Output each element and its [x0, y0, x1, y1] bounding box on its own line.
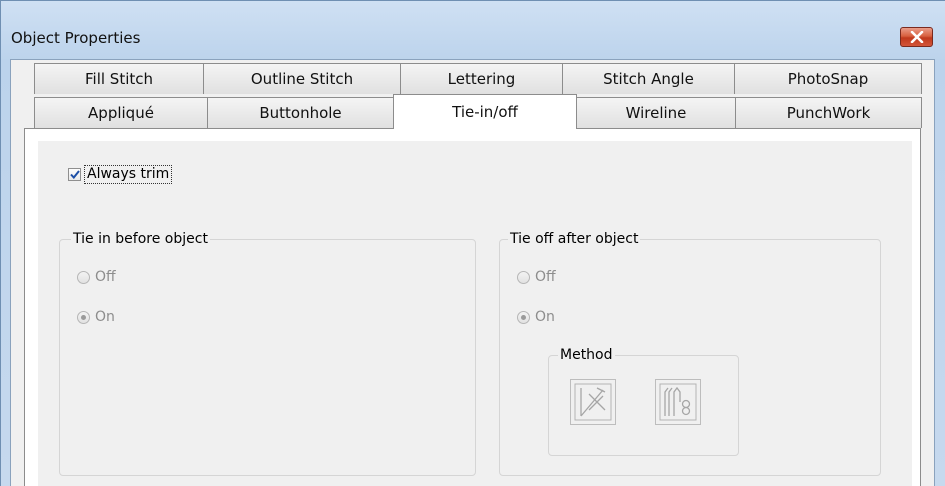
tie-in-legend: Tie in before object — [71, 230, 210, 248]
tie-in-group: Tie in before object — [59, 230, 476, 476]
always-trim-label: Always trim — [84, 165, 173, 184]
always-trim-checkbox-row[interactable]: Always trim — [68, 165, 173, 184]
close-icon — [910, 31, 923, 43]
window-title: Object Properties — [11, 29, 141, 47]
tie-in-off-radio[interactable]: Off — [77, 269, 116, 285]
tie-in-on-radio[interactable]: On — [77, 309, 115, 325]
method-legend: Method — [558, 346, 615, 364]
radio-button[interactable] — [517, 270, 530, 284]
tie-in-off-label: Off — [95, 269, 116, 285]
tab-buttonhole[interactable]: Buttonhole — [207, 97, 394, 128]
tie-off-loop-icon — [659, 383, 697, 421]
tab-outline-stitch[interactable]: Outline Stitch — [203, 63, 401, 94]
tab-photosnap[interactable]: PhotoSnap — [734, 63, 922, 94]
radio-button-selected[interactable] — [517, 310, 530, 324]
tab-stitch-angle[interactable]: Stitch Angle — [562, 63, 735, 94]
tie-off-on-label: On — [535, 309, 555, 325]
method-cross-button[interactable] — [570, 379, 616, 425]
tie-off-off-radio[interactable]: Off — [517, 269, 556, 285]
tab-fill-stitch[interactable]: Fill Stitch — [34, 63, 204, 94]
always-trim-checkbox[interactable] — [68, 168, 81, 181]
tie-off-off-label: Off — [535, 269, 556, 285]
tie-off-on-radio[interactable]: On — [517, 309, 555, 325]
tab-tie-in-off[interactable]: Tie-in/off — [393, 94, 577, 129]
tie-off-legend: Tie off after object — [508, 230, 641, 248]
radio-button-selected[interactable] — [77, 310, 90, 324]
tie-in-on-label: On — [95, 309, 115, 325]
tab-lettering[interactable]: Lettering — [400, 63, 563, 94]
tab-punchwork[interactable]: PunchWork — [735, 97, 922, 128]
checkmark-icon — [69, 170, 80, 179]
close-button[interactable] — [900, 27, 933, 47]
radio-button[interactable] — [77, 270, 90, 284]
tie-off-cross-icon — [574, 383, 612, 421]
method-loop-button[interactable] — [655, 379, 701, 425]
tab-wireline[interactable]: Wireline — [576, 97, 736, 128]
tab-applique[interactable]: Appliqué — [34, 97, 208, 128]
